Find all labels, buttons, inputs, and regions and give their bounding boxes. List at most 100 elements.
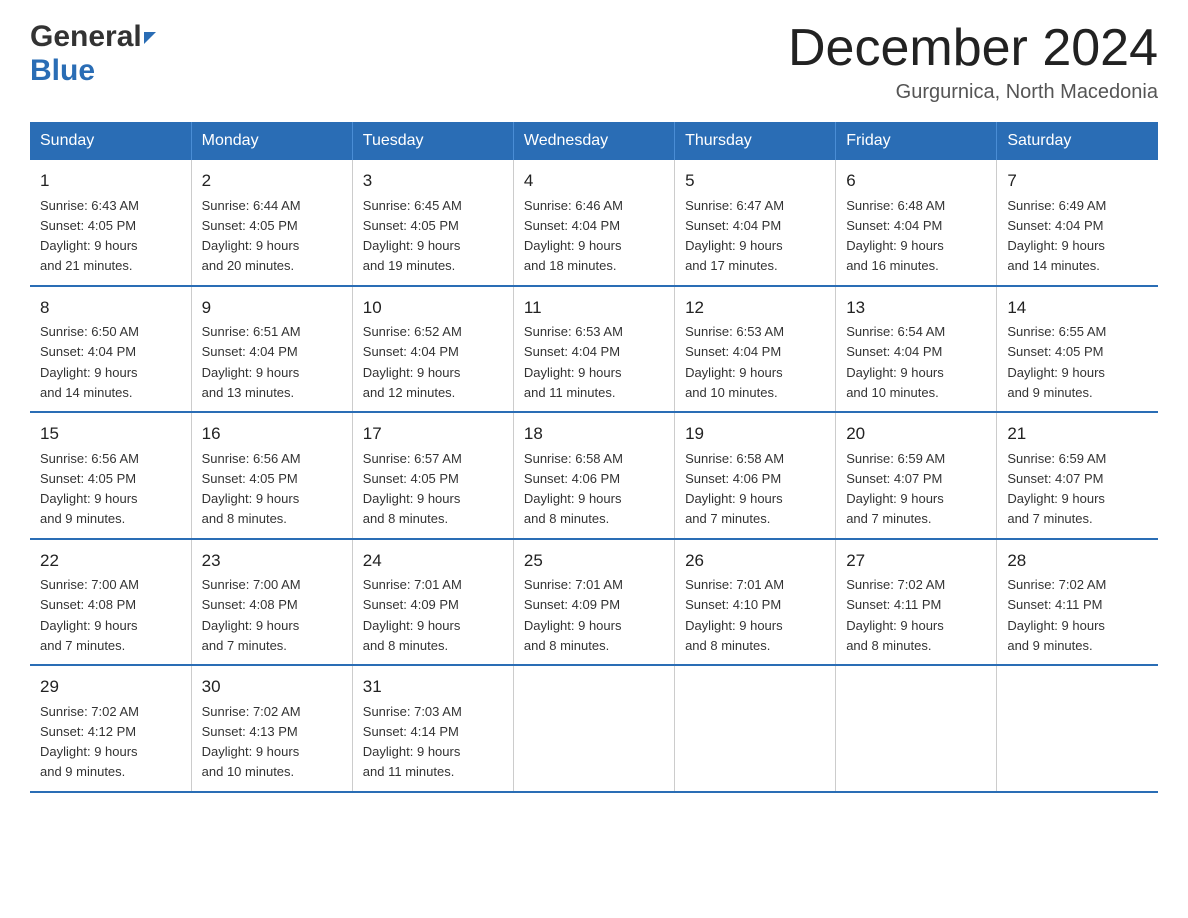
day-info: Sunrise: 6:53 AMSunset: 4:04 PMDaylight:… — [524, 324, 623, 400]
day-number: 15 — [40, 421, 181, 447]
day-info: Sunrise: 6:58 AMSunset: 4:06 PMDaylight:… — [685, 451, 784, 527]
table-row: 8 Sunrise: 6:50 AMSunset: 4:04 PMDayligh… — [30, 286, 191, 413]
day-number: 12 — [685, 295, 825, 321]
day-number: 4 — [524, 168, 664, 194]
header-title-block: December 2024 Gurgurnica, North Macedoni… — [788, 20, 1158, 104]
day-number: 16 — [202, 421, 342, 447]
day-number: 26 — [685, 548, 825, 574]
col-sunday: Sunday — [30, 122, 191, 160]
day-info: Sunrise: 6:56 AMSunset: 4:05 PMDaylight:… — [202, 451, 301, 527]
table-row: 29 Sunrise: 7:02 AMSunset: 4:12 PMDaylig… — [30, 665, 191, 792]
calendar-week-row: 29 Sunrise: 7:02 AMSunset: 4:12 PMDaylig… — [30, 665, 1158, 792]
table-row: 14 Sunrise: 6:55 AMSunset: 4:05 PMDaylig… — [997, 286, 1158, 413]
logo-blue-text: Blue — [30, 54, 95, 87]
day-number: 5 — [685, 168, 825, 194]
table-row: 10 Sunrise: 6:52 AMSunset: 4:04 PMDaylig… — [352, 286, 513, 413]
table-row: 27 Sunrise: 7:02 AMSunset: 4:11 PMDaylig… — [836, 539, 997, 666]
day-number: 6 — [846, 168, 986, 194]
table-row: 26 Sunrise: 7:01 AMSunset: 4:10 PMDaylig… — [675, 539, 836, 666]
table-row: 12 Sunrise: 6:53 AMSunset: 4:04 PMDaylig… — [675, 286, 836, 413]
day-info: Sunrise: 6:48 AMSunset: 4:04 PMDaylight:… — [846, 198, 945, 274]
day-number: 9 — [202, 295, 342, 321]
table-row: 3 Sunrise: 6:45 AMSunset: 4:05 PMDayligh… — [352, 160, 513, 286]
day-info: Sunrise: 6:45 AMSunset: 4:05 PMDaylight:… — [363, 198, 462, 274]
table-row: 17 Sunrise: 6:57 AMSunset: 4:05 PMDaylig… — [352, 412, 513, 539]
table-row: 20 Sunrise: 6:59 AMSunset: 4:07 PMDaylig… — [836, 412, 997, 539]
day-number: 1 — [40, 168, 181, 194]
day-number: 2 — [202, 168, 342, 194]
day-info: Sunrise: 7:03 AMSunset: 4:14 PMDaylight:… — [363, 704, 462, 780]
col-friday: Friday — [836, 122, 997, 160]
day-number: 23 — [202, 548, 342, 574]
calendar-week-row: 1 Sunrise: 6:43 AMSunset: 4:05 PMDayligh… — [30, 160, 1158, 286]
table-row: 9 Sunrise: 6:51 AMSunset: 4:04 PMDayligh… — [191, 286, 352, 413]
table-row: 11 Sunrise: 6:53 AMSunset: 4:04 PMDaylig… — [513, 286, 674, 413]
day-info: Sunrise: 6:56 AMSunset: 4:05 PMDaylight:… — [40, 451, 139, 527]
col-monday: Monday — [191, 122, 352, 160]
calendar-week-row: 8 Sunrise: 6:50 AMSunset: 4:04 PMDayligh… — [30, 286, 1158, 413]
day-number: 8 — [40, 295, 181, 321]
day-info: Sunrise: 6:44 AMSunset: 4:05 PMDaylight:… — [202, 198, 301, 274]
calendar-week-row: 22 Sunrise: 7:00 AMSunset: 4:08 PMDaylig… — [30, 539, 1158, 666]
table-row: 4 Sunrise: 6:46 AMSunset: 4:04 PMDayligh… — [513, 160, 674, 286]
logo-triangle-icon — [144, 32, 156, 44]
logo: General Blue — [30, 20, 156, 88]
day-info: Sunrise: 6:49 AMSunset: 4:04 PMDaylight:… — [1007, 198, 1106, 274]
col-thursday: Thursday — [675, 122, 836, 160]
table-row: 25 Sunrise: 7:01 AMSunset: 4:09 PMDaylig… — [513, 539, 674, 666]
table-row: 28 Sunrise: 7:02 AMSunset: 4:11 PMDaylig… — [997, 539, 1158, 666]
day-info: Sunrise: 6:55 AMSunset: 4:05 PMDaylight:… — [1007, 324, 1106, 400]
table-row: 5 Sunrise: 6:47 AMSunset: 4:04 PMDayligh… — [675, 160, 836, 286]
day-info: Sunrise: 6:59 AMSunset: 4:07 PMDaylight:… — [846, 451, 945, 527]
day-number: 30 — [202, 674, 342, 700]
table-row — [997, 665, 1158, 792]
day-info: Sunrise: 7:00 AMSunset: 4:08 PMDaylight:… — [40, 577, 139, 653]
table-row: 19 Sunrise: 6:58 AMSunset: 4:06 PMDaylig… — [675, 412, 836, 539]
day-info: Sunrise: 6:51 AMSunset: 4:04 PMDaylight:… — [202, 324, 301, 400]
month-title: December 2024 — [788, 20, 1158, 77]
day-info: Sunrise: 7:02 AMSunset: 4:13 PMDaylight:… — [202, 704, 301, 780]
day-number: 28 — [1007, 548, 1148, 574]
logo-general-text: General — [30, 20, 142, 54]
table-row: 7 Sunrise: 6:49 AMSunset: 4:04 PMDayligh… — [997, 160, 1158, 286]
day-number: 19 — [685, 421, 825, 447]
page-header: General Blue December 2024 Gurgurnica, N… — [30, 20, 1158, 104]
table-row — [836, 665, 997, 792]
day-number: 10 — [363, 295, 503, 321]
col-saturday: Saturday — [997, 122, 1158, 160]
day-number: 3 — [363, 168, 503, 194]
day-number: 11 — [524, 295, 664, 321]
day-number: 27 — [846, 548, 986, 574]
col-wednesday: Wednesday — [513, 122, 674, 160]
table-row: 24 Sunrise: 7:01 AMSunset: 4:09 PMDaylig… — [352, 539, 513, 666]
table-row: 6 Sunrise: 6:48 AMSunset: 4:04 PMDayligh… — [836, 160, 997, 286]
calendar-header-row: Sunday Monday Tuesday Wednesday Thursday… — [30, 122, 1158, 160]
table-row: 18 Sunrise: 6:58 AMSunset: 4:06 PMDaylig… — [513, 412, 674, 539]
day-number: 13 — [846, 295, 986, 321]
day-number: 17 — [363, 421, 503, 447]
day-info: Sunrise: 6:46 AMSunset: 4:04 PMDaylight:… — [524, 198, 623, 274]
table-row: 23 Sunrise: 7:00 AMSunset: 4:08 PMDaylig… — [191, 539, 352, 666]
table-row: 2 Sunrise: 6:44 AMSunset: 4:05 PMDayligh… — [191, 160, 352, 286]
day-number: 20 — [846, 421, 986, 447]
day-info: Sunrise: 6:53 AMSunset: 4:04 PMDaylight:… — [685, 324, 784, 400]
table-row — [675, 665, 836, 792]
day-number: 7 — [1007, 168, 1148, 194]
day-number: 24 — [363, 548, 503, 574]
day-info: Sunrise: 7:02 AMSunset: 4:11 PMDaylight:… — [1007, 577, 1106, 653]
location-subtitle: Gurgurnica, North Macedonia — [788, 81, 1158, 104]
col-tuesday: Tuesday — [352, 122, 513, 160]
calendar-table: Sunday Monday Tuesday Wednesday Thursday… — [30, 122, 1158, 793]
day-info: Sunrise: 6:59 AMSunset: 4:07 PMDaylight:… — [1007, 451, 1106, 527]
day-number: 29 — [40, 674, 181, 700]
day-info: Sunrise: 6:47 AMSunset: 4:04 PMDaylight:… — [685, 198, 784, 274]
day-info: Sunrise: 6:58 AMSunset: 4:06 PMDaylight:… — [524, 451, 623, 527]
table-row: 21 Sunrise: 6:59 AMSunset: 4:07 PMDaylig… — [997, 412, 1158, 539]
day-info: Sunrise: 6:57 AMSunset: 4:05 PMDaylight:… — [363, 451, 462, 527]
day-number: 22 — [40, 548, 181, 574]
table-row: 13 Sunrise: 6:54 AMSunset: 4:04 PMDaylig… — [836, 286, 997, 413]
table-row: 16 Sunrise: 6:56 AMSunset: 4:05 PMDaylig… — [191, 412, 352, 539]
day-info: Sunrise: 7:01 AMSunset: 4:09 PMDaylight:… — [524, 577, 623, 653]
table-row: 1 Sunrise: 6:43 AMSunset: 4:05 PMDayligh… — [30, 160, 191, 286]
day-number: 14 — [1007, 295, 1148, 321]
